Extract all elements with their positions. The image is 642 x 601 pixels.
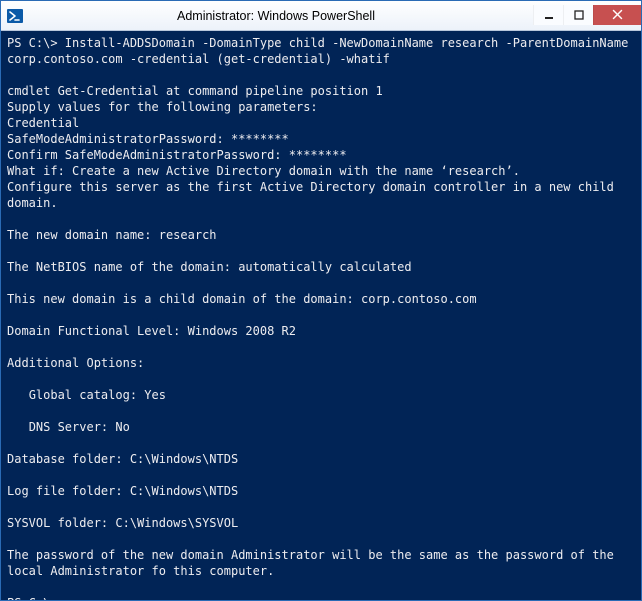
output-line: Credential: [7, 116, 79, 130]
output-line: DNS Server: No: [7, 420, 130, 434]
window-title: Administrator: Windows PowerShell: [29, 9, 533, 23]
output-line: The NetBIOS name of the domain: automati…: [7, 260, 412, 274]
maximize-icon: [574, 10, 584, 20]
minimize-button[interactable]: [533, 5, 563, 25]
powershell-icon: [7, 8, 23, 24]
prompt: PS C:\>: [7, 596, 65, 600]
output-line: SYSVOL folder: C:\Windows\SYSVOL: [7, 516, 238, 530]
output-line: What if: Create a new Active Directory d…: [7, 164, 520, 178]
output-line: Database folder: C:\Windows\NTDS: [7, 452, 238, 466]
output-line: Supply values for the following paramete…: [7, 100, 318, 114]
command-input: Install-ADDSDomain -DomainType child -Ne…: [7, 36, 636, 66]
output-line: The password of the new domain Administr…: [7, 548, 621, 578]
close-button[interactable]: [593, 5, 641, 25]
prompt: PS C:\>: [7, 36, 65, 50]
output-line: Configure this server as the first Activ…: [7, 180, 621, 210]
maximize-button[interactable]: [563, 5, 593, 25]
terminal-output[interactable]: PS C:\> Install-ADDSDomain -DomainType c…: [1, 31, 641, 600]
titlebar[interactable]: Administrator: Windows PowerShell: [1, 1, 641, 31]
window-buttons: [533, 5, 641, 27]
output-line: SafeModeAdministratorPassword: ********: [7, 132, 289, 146]
powershell-window: Administrator: Windows PowerShell PS C:\…: [0, 0, 642, 601]
output-line: Confirm SafeModeAdministratorPassword: *…: [7, 148, 347, 162]
output-line: cmdlet Get-Credential at command pipelin…: [7, 84, 383, 98]
close-icon: [612, 9, 623, 20]
output-line: The new domain name: research: [7, 228, 217, 242]
output-line: Additional Options:: [7, 356, 144, 370]
output-line: Domain Functional Level: Windows 2008 R2: [7, 324, 296, 338]
output-line: Global catalog: Yes: [7, 388, 166, 402]
output-line: Log file folder: C:\Windows\NTDS: [7, 484, 238, 498]
minimize-icon: [544, 10, 554, 20]
output-line: This new domain is a child domain of the…: [7, 292, 477, 306]
system-menu-icon[interactable]: [1, 1, 29, 31]
